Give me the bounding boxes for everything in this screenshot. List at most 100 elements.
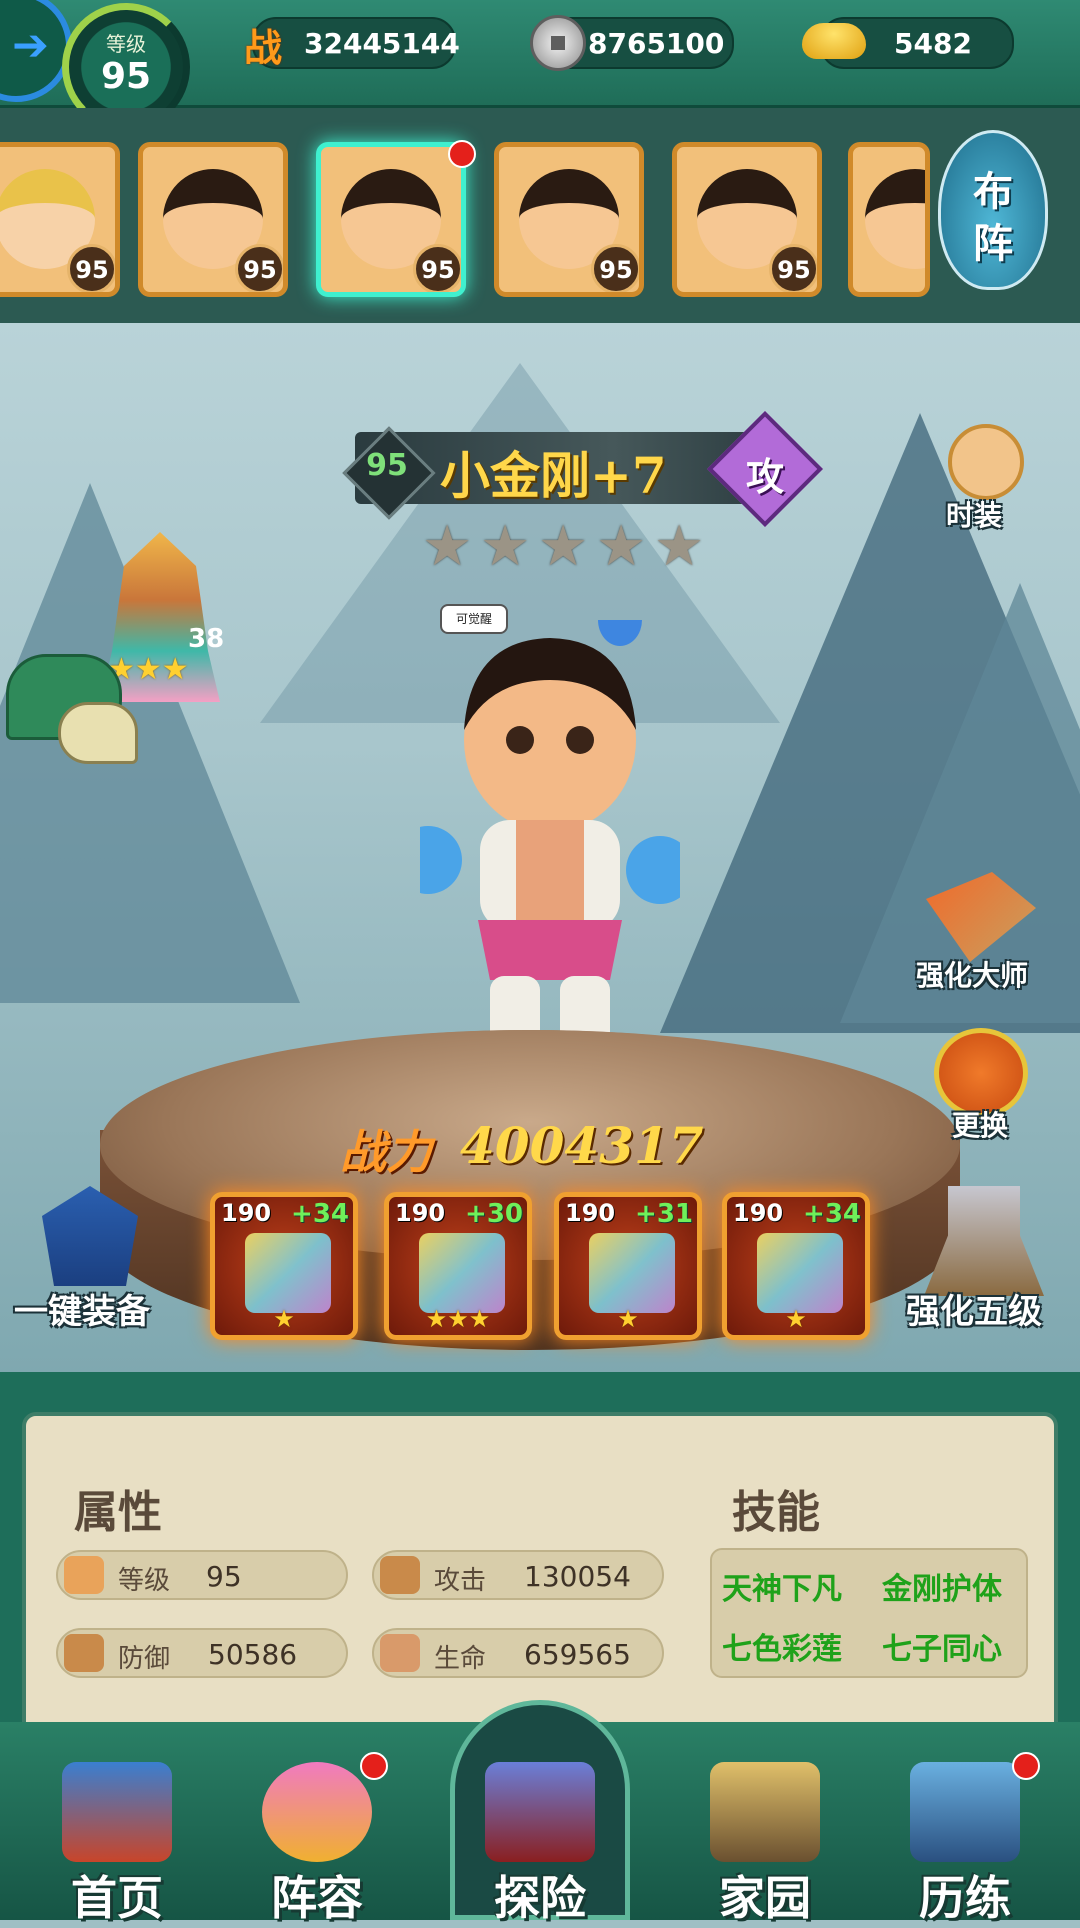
hero-level: 95: [591, 244, 639, 292]
change-label: 更换: [952, 1109, 1009, 1142]
nav-label: 家园: [719, 1871, 811, 1925]
hero-card[interactable]: 95: [138, 142, 288, 297]
sword-icon: [245, 1233, 331, 1313]
hero-level: 95: [67, 244, 115, 292]
equip-slot-helmet[interactable]: 190 +31 ★: [554, 1192, 702, 1340]
hero-level: 95: [769, 244, 817, 292]
stat-label: 等级: [118, 1566, 171, 1596]
stat-value: 130054: [524, 1560, 631, 1593]
attributes-title: 属性: [74, 1487, 162, 1538]
skill-name[interactable]: 天神下凡: [722, 1564, 842, 1608]
arrow-right-icon: ➔: [12, 20, 49, 71]
equip-stars: ★: [617, 1305, 639, 1333]
explore-door-icon: [485, 1762, 595, 1862]
hero-character[interactable]: [394, 594, 694, 1100]
hero-level: 95: [413, 244, 461, 292]
stat-label: 防御: [118, 1644, 171, 1674]
battle-power-icon: 战: [244, 25, 283, 70]
star-icon: ★: [538, 514, 589, 579]
hero-card[interactable]: 95: [494, 142, 644, 297]
equip-slot-weapon[interactable]: 190 +34 ★: [210, 1192, 358, 1340]
stat-attack: 攻击 130054: [372, 1550, 664, 1600]
lotus-icon: [380, 1634, 420, 1672]
skill-name[interactable]: 七色彩莲: [722, 1624, 842, 1668]
enhance-master-label: 强化大师: [916, 959, 1029, 992]
hero-card-partial[interactable]: 95: [0, 142, 120, 297]
silver-pill[interactable]: 8765100: [530, 15, 734, 71]
hero-card-selected[interactable]: 95: [316, 142, 466, 297]
skill-name[interactable]: 七子同心: [882, 1624, 1002, 1668]
equip-plus: +30: [465, 1199, 523, 1229]
stat-defense: 防御 50586: [56, 1628, 348, 1678]
level-value: 95: [100, 56, 152, 97]
skill-name[interactable]: 金刚护体: [882, 1564, 1002, 1608]
fashion-label: 时装: [946, 499, 1003, 532]
hero-card-partial[interactable]: [848, 142, 930, 297]
battle-power-value: 32445144: [304, 27, 460, 60]
hero-power-value: 4004317: [460, 1116, 704, 1175]
house-icon: [710, 1762, 820, 1862]
gold-ingot-icon: [802, 23, 866, 59]
silver-value: 8765100: [588, 27, 725, 60]
nav-home[interactable]: 首页: [32, 1752, 202, 1925]
equip-plus: +34: [291, 1199, 349, 1229]
hero-card[interactable]: 95: [672, 142, 822, 297]
nav-explore[interactable]: 探险: [455, 1752, 625, 1925]
formation-label: 阵: [973, 220, 1013, 267]
necklace-icon: [757, 1233, 843, 1313]
battle-power-pill: 战 32445144: [244, 17, 460, 70]
nav-label: 历练: [919, 1871, 1011, 1925]
notification-dot: [448, 140, 476, 168]
equip-plus: +34: [803, 1199, 861, 1229]
stat-level: 等级 95: [56, 1550, 348, 1600]
equip-level: 190: [565, 1199, 616, 1227]
formation-button[interactable]: 布 阵: [938, 130, 1048, 290]
hero-power-label: 战力: [340, 1125, 432, 1179]
chat-bubble-icon: [58, 702, 138, 764]
star-icon: ★: [480, 514, 531, 579]
silver-coin-icon: [530, 15, 586, 71]
fashion-button[interactable]: [948, 424, 1024, 500]
equip-level: 190: [395, 1199, 446, 1227]
equip-level: 190: [733, 1199, 784, 1227]
stat-label: 攻击: [434, 1566, 487, 1596]
hero-class-glyph: 攻: [745, 454, 784, 499]
gourd-icon: [262, 1762, 372, 1862]
equip-slot-necklace[interactable]: 190 +34 ★: [722, 1192, 870, 1340]
stat-value: 95: [206, 1560, 242, 1593]
equip-level: 190: [221, 1199, 272, 1227]
equip-slot-armor[interactable]: 190 +30 ★★★: [384, 1192, 532, 1340]
shield-icon: [64, 1634, 104, 1672]
nav-label: 首页: [71, 1871, 163, 1925]
stat-label: 生命: [434, 1644, 487, 1674]
gold-value: 5482: [894, 27, 972, 60]
equip-stars: ★: [273, 1305, 295, 1333]
stat-value: 659565: [524, 1638, 631, 1671]
nav-label: 探险: [494, 1871, 586, 1925]
level-label: 等级: [106, 32, 146, 56]
one-key-equip-label: 一键装备: [14, 1292, 150, 1332]
muscle-icon: [64, 1556, 104, 1594]
mountain-sword-icon: [910, 1762, 1020, 1862]
sword-stat-icon: [380, 1556, 420, 1594]
nav-homeland[interactable]: 家园: [680, 1752, 850, 1925]
hero-level-value: 95: [366, 448, 408, 483]
home-gate-icon: [62, 1762, 172, 1862]
equip-stars: ★: [785, 1305, 807, 1333]
stat-hp: 生命 659565: [372, 1628, 664, 1678]
skills-title: 技能: [732, 1487, 820, 1538]
pagoda-level: 38: [188, 624, 225, 654]
notification-dot: [360, 1752, 388, 1780]
upgrade-five-label: 强化五级: [906, 1292, 1042, 1332]
crown-icon: [589, 1233, 675, 1313]
nav-label: 阵容: [271, 1871, 363, 1925]
equip-plus: +31: [635, 1199, 693, 1229]
star-icon: ★: [596, 514, 647, 579]
hero-level: 95: [235, 244, 283, 292]
notification-dot: [1012, 1752, 1040, 1780]
gold-pill[interactable]: 5482: [802, 17, 1014, 69]
formation-label: 布: [973, 168, 1013, 215]
robe-icon: [419, 1233, 505, 1313]
stat-value: 50586: [208, 1638, 298, 1671]
star-icon: ★: [654, 514, 705, 579]
